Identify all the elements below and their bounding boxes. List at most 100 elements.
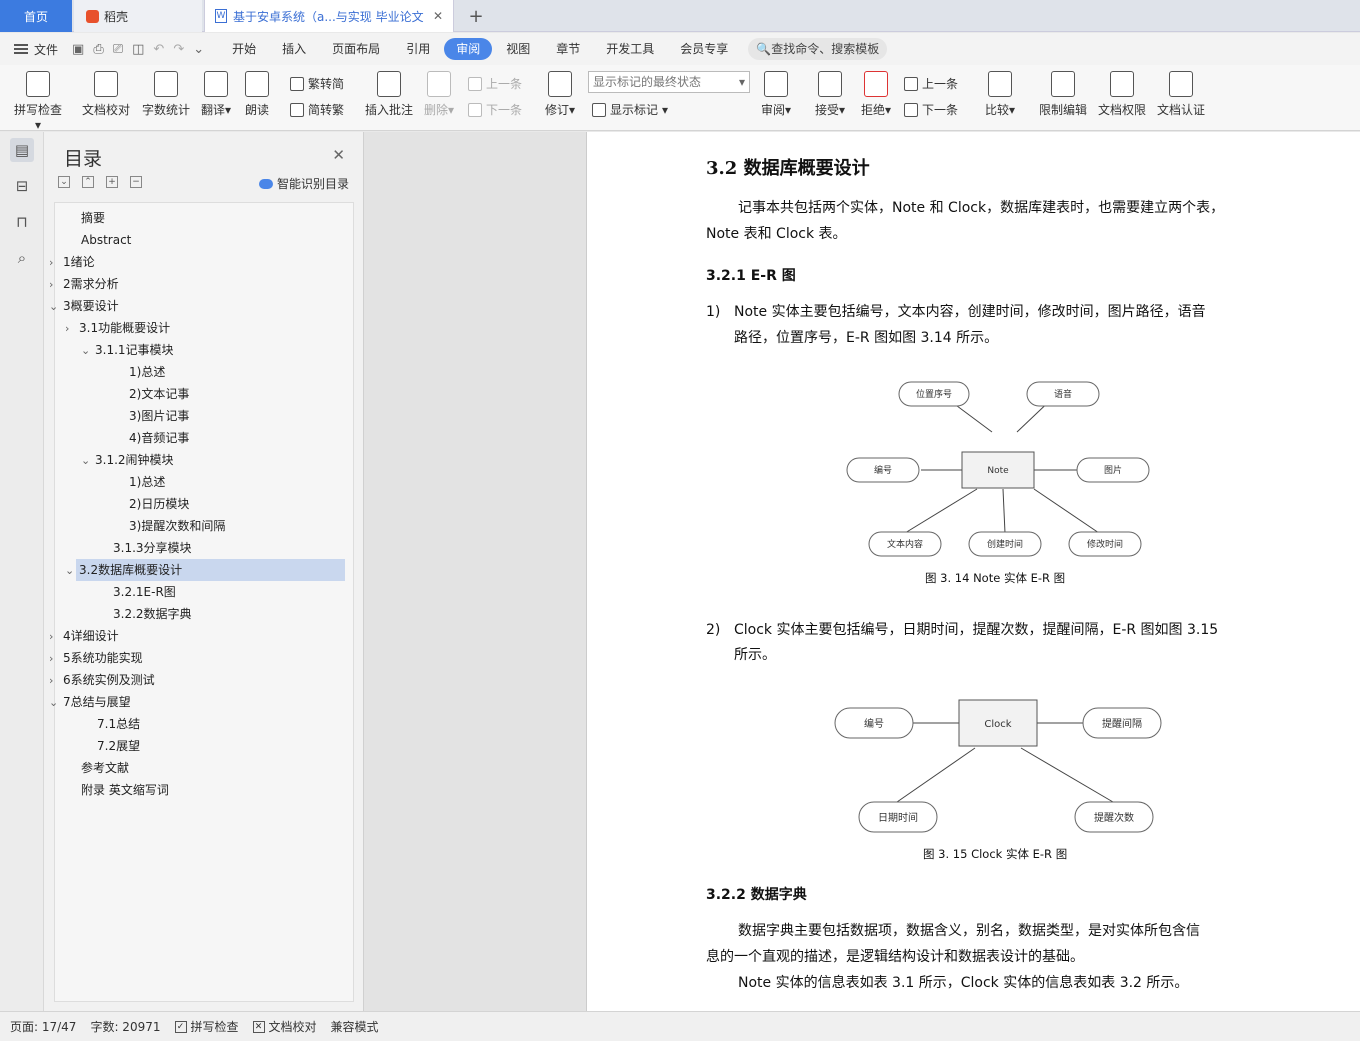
show-markup-button[interactable]: 显示标记 ▾ bbox=[592, 101, 668, 118]
next-change-button[interactable]: 下一条 bbox=[904, 101, 958, 118]
spell-check-button[interactable]: 拼写检查▾ bbox=[12, 71, 64, 132]
insert-comment-button[interactable]: 插入批注 bbox=[362, 71, 416, 118]
previous-change-button[interactable]: 上一条 bbox=[904, 75, 958, 92]
traditional-to-simplified-button[interactable]: 繁转简 bbox=[290, 75, 344, 92]
document-certify-button[interactable]: 文档认证 bbox=[1154, 71, 1208, 118]
toc-item[interactable]: › 3.1功能概要设计 bbox=[65, 317, 170, 339]
markup-state-select[interactable]: 显示标记的最终状态 bbox=[588, 71, 750, 93]
chevron-right-icon[interactable]: › bbox=[65, 318, 79, 340]
document-page[interactable]: 3.2 数据库概要设计 记事本共包括两个实体，Note 和 Clock，数据库建… bbox=[586, 132, 1360, 1011]
toc-item[interactable]: 2)文本记事 bbox=[129, 383, 189, 405]
redo-icon[interactable]: ↷ bbox=[173, 42, 184, 57]
chevron-right-icon[interactable]: › bbox=[49, 648, 63, 670]
add-level-icon[interactable]: + bbox=[106, 176, 118, 188]
chevron-right-icon[interactable]: › bbox=[49, 670, 63, 692]
preview-icon[interactable]: ◫ bbox=[132, 42, 144, 57]
accept-button[interactable]: 接受▾ bbox=[812, 71, 848, 118]
track-changes-button[interactable]: 修订▾ bbox=[542, 71, 578, 118]
tab-view[interactable]: 视图 bbox=[494, 38, 542, 60]
chevron-right-icon[interactable]: › bbox=[49, 274, 63, 296]
chevron-down-icon[interactable]: ⌄ bbox=[49, 296, 63, 318]
tab-page-layout[interactable]: 页面布局 bbox=[320, 38, 392, 60]
er-entity-label: Note bbox=[987, 466, 1009, 476]
collapse-icon[interactable]: ⌄ bbox=[58, 176, 70, 188]
read-aloud-button[interactable]: 朗读 bbox=[242, 71, 272, 118]
remove-level-icon[interactable]: − bbox=[130, 176, 142, 188]
toc-item[interactable]: ⌄ 7总结与展望 bbox=[49, 691, 131, 713]
more-chevron-down-icon[interactable]: ⌄ bbox=[193, 42, 204, 57]
toc-item[interactable]: 摘要 bbox=[81, 207, 105, 229]
close-icon[interactable]: ✕ bbox=[332, 146, 345, 164]
print-icon[interactable]: ⎚ bbox=[113, 42, 123, 57]
toc-item[interactable]: Abstract bbox=[81, 229, 131, 251]
toc-item[interactable]: ⌄ 3.1.1记事模块 bbox=[81, 339, 174, 361]
chevron-down-icon[interactable]: ⌄ bbox=[81, 340, 95, 362]
reject-button[interactable]: 拒绝▾ bbox=[858, 71, 894, 118]
chevron-right-icon[interactable]: › bbox=[49, 626, 63, 648]
tab-member[interactable]: 会员专享 bbox=[668, 38, 740, 60]
proofread-toggle[interactable]: ✕ 文档校对 bbox=[252, 1018, 317, 1035]
chevron-down-icon[interactable]: ⌄ bbox=[49, 692, 63, 714]
toc-item[interactable]: 4)音频记事 bbox=[129, 427, 189, 449]
expand-up-icon[interactable]: ⌃ bbox=[82, 176, 94, 188]
toc-item[interactable]: › 6系统实例及测试 bbox=[49, 669, 155, 691]
toc-item[interactable]: 2)日历模块 bbox=[129, 493, 189, 515]
find-search-icon[interactable]: ⌕ bbox=[10, 246, 34, 270]
tab-developer[interactable]: 开发工具 bbox=[594, 38, 666, 60]
close-tab-icon[interactable]: ✕ bbox=[433, 9, 443, 23]
word-count-indicator[interactable]: 字数: 20971 bbox=[90, 1018, 160, 1035]
toc-item[interactable]: 参考文献 bbox=[81, 757, 129, 779]
tab-references[interactable]: 引用 bbox=[394, 38, 442, 60]
toc-item[interactable]: › 4详细设计 bbox=[49, 625, 119, 647]
tab-start[interactable]: 开始 bbox=[220, 38, 268, 60]
translate-button[interactable]: 翻译▾ bbox=[198, 71, 234, 118]
next-comment-button[interactable]: 下一条 bbox=[468, 101, 522, 118]
toc-panel-icon[interactable]: ▤ bbox=[10, 138, 34, 162]
chevron-down-icon[interactable]: ⌄ bbox=[81, 450, 95, 472]
bookmark-icon[interactable]: ⊓ bbox=[10, 210, 34, 234]
toc-item[interactable]: 3)提醒次数和间隔 bbox=[129, 515, 225, 537]
new-tab-button[interactable]: + bbox=[466, 0, 486, 32]
document-permission-button[interactable]: 文档权限 bbox=[1095, 71, 1149, 118]
toc-item[interactable]: 7.1总结 bbox=[97, 713, 140, 735]
tab-section[interactable]: 章节 bbox=[544, 38, 592, 60]
delete-comment-button[interactable]: 删除▾ bbox=[422, 71, 456, 118]
tab-document[interactable]: W 基于安卓系统（a...与实现 毕业论文 ✕ bbox=[204, 0, 454, 32]
tab-home[interactable]: 首页 bbox=[0, 0, 72, 32]
toc-item[interactable]: 3.1.3分享模块 bbox=[113, 537, 192, 559]
review-pane-button[interactable]: 审阅▾ bbox=[758, 71, 794, 118]
toc-item[interactable]: 7.2展望 bbox=[97, 735, 140, 757]
toc-item[interactable]: 1)总述 bbox=[129, 361, 165, 383]
toc-item[interactable]: 3.2.2数据字典 bbox=[113, 603, 192, 625]
toc-item[interactable]: 1)总述 bbox=[129, 471, 165, 493]
tab-daoke[interactable]: 稻壳 bbox=[74, 0, 202, 32]
proofread-button[interactable]: 文档校对 bbox=[80, 71, 132, 118]
toc-item[interactable]: ⌄ 3概要设计 bbox=[49, 295, 119, 317]
toc-item[interactable]: › 5系统功能实现 bbox=[49, 647, 143, 669]
compare-button[interactable]: 比较▾ bbox=[982, 71, 1018, 118]
toc-item[interactable]: ⌄ 3.1.2闹钟模块 bbox=[81, 449, 174, 471]
tab-insert[interactable]: 插入 bbox=[270, 38, 318, 60]
page-indicator[interactable]: 页面: 17/47 bbox=[10, 1018, 76, 1035]
toc-item[interactable]: › 2需求分析 bbox=[49, 273, 119, 295]
save-icon[interactable]: ▣ bbox=[72, 42, 84, 57]
export-icon[interactable]: ⎙ bbox=[93, 42, 103, 57]
chevron-down-icon[interactable]: ⌄ bbox=[65, 560, 79, 582]
spell-check-toggle[interactable]: ✓ 拼写检查 bbox=[174, 1018, 239, 1035]
toc-item[interactable]: 附录 英文缩写词 bbox=[81, 779, 169, 801]
toc-item[interactable]: › 1绪论 bbox=[49, 251, 95, 273]
undo-icon[interactable]: ↶ bbox=[153, 42, 164, 57]
toc-item[interactable]: 3)图片记事 bbox=[129, 405, 189, 427]
command-search[interactable]: 🔍查找命令、搜索模板 bbox=[748, 38, 888, 60]
previous-comment-button[interactable]: 上一条 bbox=[468, 75, 522, 92]
chevron-right-icon[interactable]: › bbox=[49, 252, 63, 274]
word-count-button[interactable]: 字数统计 bbox=[140, 71, 192, 118]
toc-item[interactable]: 3.2.1E-R图 bbox=[113, 581, 176, 603]
tab-review[interactable]: 审阅 bbox=[444, 38, 493, 60]
file-menu-button[interactable]: 文件 bbox=[14, 41, 58, 58]
toc-item[interactable]: ⌄ 3.2数据库概要设计 bbox=[65, 559, 182, 581]
simplified-to-traditional-button[interactable]: 简转繁 bbox=[290, 101, 344, 118]
restrict-editing-button[interactable]: 限制编辑 bbox=[1036, 71, 1090, 118]
smart-toc-button[interactable]: 智能识别目录 bbox=[258, 175, 349, 192]
chapter-nav-icon[interactable]: ⊟ bbox=[10, 174, 34, 198]
